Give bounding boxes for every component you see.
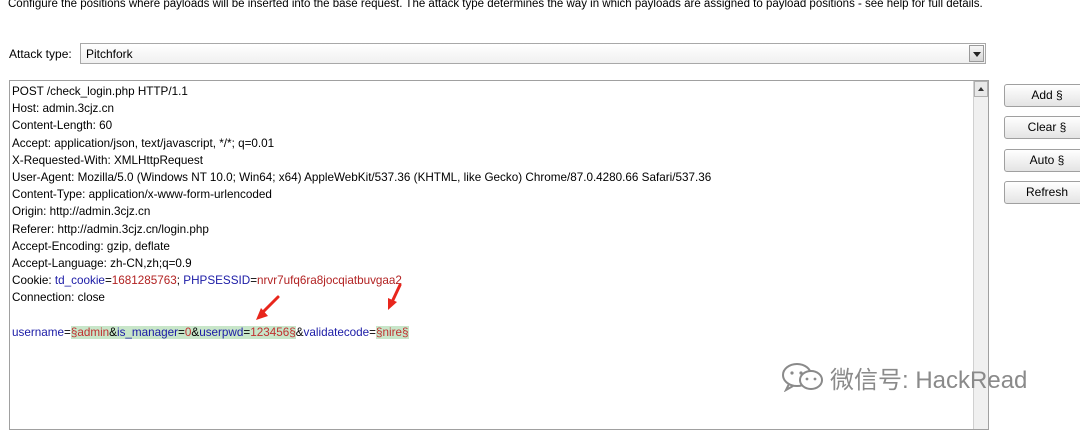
- watermark-text: 微信号: HackRead: [830, 366, 1028, 394]
- header-line: Accept: application/json, text/javascrip…: [12, 136, 275, 150]
- refresh-button[interactable]: Refresh: [1004, 181, 1080, 204]
- request-line: POST /check_login.php HTTP/1.1: [12, 85, 188, 98]
- instructions-text: Configure the positions where payloads w…: [8, 0, 983, 10]
- param-value: nire: [382, 325, 403, 339]
- chevron-down-icon[interactable]: [969, 45, 984, 62]
- payload-position[interactable]: §nire§: [376, 325, 409, 339]
- header-line: X-Requested-With: XMLHttpRequest: [12, 153, 203, 167]
- param-key: userpwd: [199, 325, 244, 339]
- param-value: 123456: [250, 325, 290, 339]
- auto-markers-button[interactable]: Auto §: [1004, 149, 1080, 172]
- cookie-line: Cookie: td_cookie=1681285763; PHPSESSID=…: [12, 274, 402, 288]
- param-value: admin: [77, 325, 110, 339]
- cookie-name: PHPSESSID: [183, 274, 251, 288]
- header-line: Accept-Language: zh-CN,zh;q=0.9: [12, 256, 192, 270]
- request-text[interactable]: POST /check_login.php HTTP/1.1 Host: adm…: [12, 83, 972, 341]
- attack-type-select[interactable]: Pitchfork: [80, 43, 986, 64]
- body-line: username=§admin&is_manager=0&userpwd=123…: [12, 325, 409, 339]
- attack-type-label: Attack type:: [9, 47, 72, 61]
- watermark: 微信号: HackRead: [780, 360, 1027, 394]
- clear-markers-button[interactable]: Clear §: [1004, 116, 1080, 139]
- cookie-name: td_cookie: [54, 274, 105, 288]
- param-value: 0: [184, 325, 192, 339]
- header-line: Content-Length: 60: [12, 119, 113, 133]
- payload-position[interactable]: §admin&is_manager=0&userpwd=123456§: [70, 325, 296, 339]
- cookie-value: 1681285763: [111, 274, 177, 288]
- wechat-icon: [782, 363, 823, 392]
- header-line: User-Agent: Mozilla/5.0 (Windows NT 10.0…: [12, 170, 712, 184]
- header-line: Connection: close: [12, 291, 105, 305]
- cookie-label: Cookie:: [12, 274, 52, 288]
- attack-type-value: Pitchfork: [86, 47, 133, 61]
- header-line: Referer: http://admin.3cjz.cn/login.php: [12, 222, 209, 236]
- param-key: username: [12, 325, 64, 339]
- cookie-value: nrvr7ufq6ra8jocqiatbuvgaa2: [257, 274, 402, 288]
- header-line: Host: admin.3cjz.cn: [12, 102, 114, 116]
- red-arrow-icon: [388, 283, 402, 310]
- add-marker-button[interactable]: Add §: [1004, 84, 1080, 107]
- red-arrow-icon: [256, 295, 280, 320]
- param-key: is_manager: [116, 325, 179, 339]
- header-line: Content-Type: application/x-www-form-url…: [12, 188, 272, 202]
- header-line: Origin: http://admin.3cjz.cn: [12, 205, 151, 219]
- header-line: Accept-Encoding: gzip, deflate: [12, 239, 170, 253]
- scroll-up-icon[interactable]: [974, 81, 988, 97]
- param-key: validatecode: [303, 325, 370, 339]
